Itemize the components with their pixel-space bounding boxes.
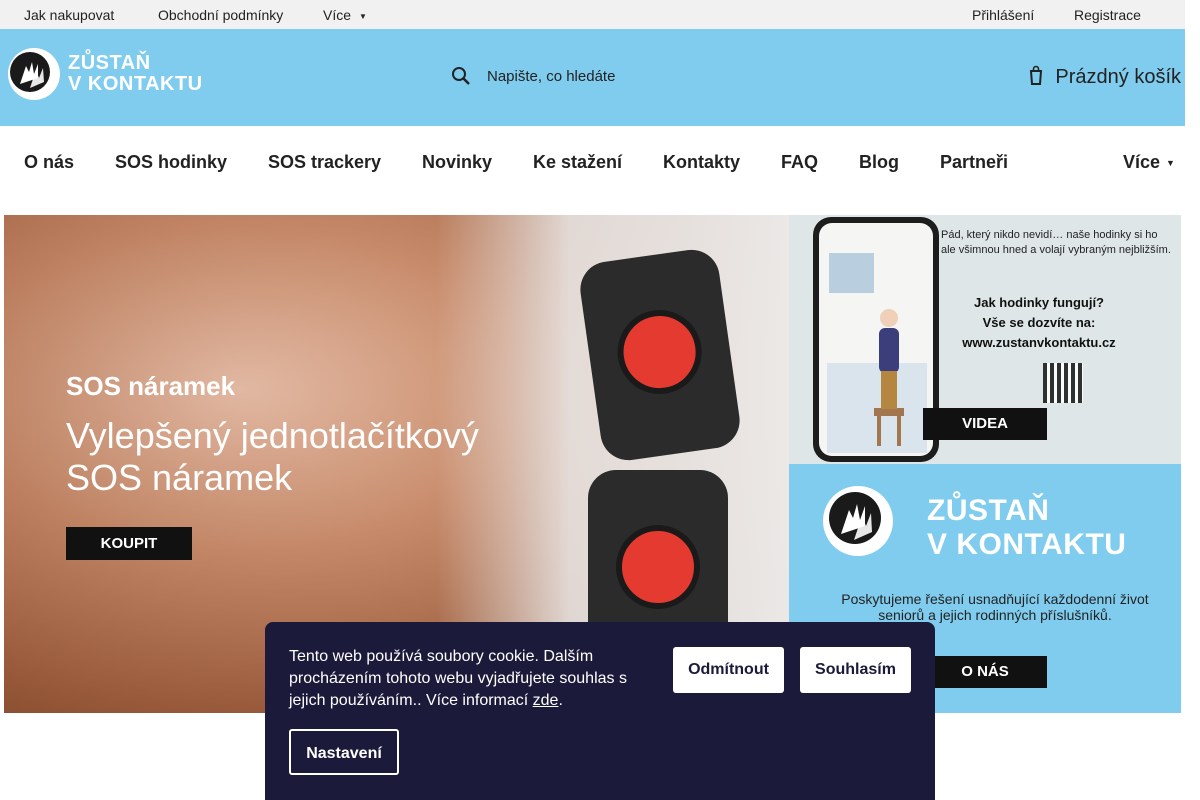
cookie-accept-button[interactable]: Souhlasím bbox=[800, 647, 911, 693]
banner-headline-line2: SOS náramek bbox=[66, 457, 293, 498]
videos-url: www.zustanvkontaktu.cz bbox=[962, 335, 1116, 350]
sos-button-graphic bbox=[612, 304, 708, 400]
chevron-down-icon: ▼ bbox=[359, 12, 367, 21]
videos-question: Jak hodinky fungují? Vše se dozvíte na: … bbox=[939, 293, 1139, 353]
search-input[interactable]: Napište, co hledáte bbox=[487, 68, 615, 85]
nav-item-blog[interactable]: Blog bbox=[859, 152, 899, 173]
sos-button-graphic bbox=[616, 525, 700, 609]
logo-hands-icon bbox=[8, 48, 60, 100]
nav-item-faq[interactable]: FAQ bbox=[781, 152, 818, 173]
search-box[interactable]: Napište, co hledáte bbox=[450, 65, 750, 89]
cookie-settings-button[interactable]: Nastavení bbox=[289, 729, 399, 775]
videos-button[interactable]: VIDEA bbox=[923, 408, 1047, 440]
videos-caption: Pád, který nikdo nevidí… naše hodinky si… bbox=[941, 229, 1171, 256]
nav-item-sos-trackery[interactable]: SOS trackery bbox=[268, 152, 381, 173]
link-jak-nakupovat[interactable]: Jak nakupovat bbox=[24, 7, 114, 23]
buy-button[interactable]: KOUPIT bbox=[66, 527, 192, 560]
logo-line1: ZŮSTAŇ bbox=[68, 52, 151, 74]
videos-question-line2: Vše se dozvíte na: bbox=[982, 315, 1096, 330]
site-logo[interactable]: ZŮSTAŇ V KONTAKTU bbox=[8, 47, 208, 101]
cookie-message: Tento web používá soubory cookie. Dalším… bbox=[289, 646, 649, 712]
bracelet-image bbox=[576, 246, 744, 464]
about-title-line2: V KONTAKTU bbox=[927, 528, 1127, 561]
videos-question-line1: Jak hodinky fungují? bbox=[973, 295, 1104, 310]
phone-illustration bbox=[813, 217, 939, 462]
cart-label: Prázdný košík bbox=[1055, 66, 1181, 88]
nav-item-o-nas[interactable]: O nás bbox=[24, 152, 74, 173]
main-navigation: O nás SOS hodinky SOS trackery Novinky K… bbox=[0, 126, 1185, 215]
banner-headline: Vylepšený jednotlačítkový SOS náramek bbox=[66, 415, 479, 499]
cookie-message-text: Tento web používá soubory cookie. Dalším… bbox=[289, 648, 627, 709]
about-button[interactable]: O NÁS bbox=[923, 656, 1047, 688]
about-title-line1: ZŮSTAŇ bbox=[927, 494, 1050, 527]
cookie-decline-button[interactable]: Odmítnout bbox=[673, 647, 784, 693]
nav-more-menu[interactable]: Více ▼ bbox=[1123, 152, 1175, 173]
nav-more-label: Více bbox=[1123, 152, 1161, 172]
logo-line2: V KONTAKTU bbox=[68, 73, 203, 95]
chevron-down-icon: ▼ bbox=[1166, 158, 1175, 168]
phone-screen bbox=[819, 223, 933, 456]
nav-item-kontakty[interactable]: Kontakty bbox=[663, 152, 740, 173]
site-header: ZŮSTAŇ V KONTAKTU Napište, co hledáte Pr… bbox=[0, 29, 1185, 126]
logo-hands-icon bbox=[823, 486, 893, 556]
nav-item-partneri[interactable]: Partneři bbox=[940, 152, 1008, 173]
link-obchodni-podminky[interactable]: Obchodní podmínky bbox=[158, 7, 283, 23]
cart-button[interactable]: Prázdný košík bbox=[1029, 65, 1181, 91]
qr-code bbox=[1043, 363, 1083, 403]
topbar-more-menu[interactable]: Více ▼ bbox=[323, 7, 367, 23]
register-link[interactable]: Registrace bbox=[1074, 7, 1141, 23]
cookie-message-end: . bbox=[558, 692, 563, 709]
top-utility-bar: Jak nakupovat Obchodní podmínky Více ▼ Př… bbox=[0, 0, 1185, 29]
login-link[interactable]: Přihlášení bbox=[972, 7, 1034, 23]
cart-icon bbox=[1029, 65, 1043, 85]
nav-item-novinky[interactable]: Novinky bbox=[422, 152, 492, 173]
nav-item-ke-stazeni[interactable]: Ke stažení bbox=[533, 152, 622, 173]
logo-text: ZŮSTAŇ V KONTAKTU bbox=[68, 53, 203, 95]
nav-item-sos-hodinky[interactable]: SOS hodinky bbox=[115, 152, 227, 173]
banner-headline-line1: Vylepšený jednotlačítkový bbox=[66, 415, 479, 456]
banner-subtitle: SOS náramek bbox=[66, 371, 236, 401]
about-text: Poskytujeme řešení usnadňující každodenn… bbox=[841, 591, 1149, 623]
cookie-more-info-link[interactable]: zde bbox=[533, 692, 559, 709]
about-title: ZŮSTAŇ V KONTAKTU bbox=[927, 494, 1126, 562]
cookie-consent-dialog: Tento web používá soubory cookie. Dalším… bbox=[265, 622, 935, 800]
videos-banner[interactable]: Pád, který nikdo nevidí… naše hodinky si… bbox=[789, 215, 1181, 464]
topbar-more-label: Více bbox=[323, 7, 352, 23]
search-icon[interactable] bbox=[450, 65, 472, 87]
